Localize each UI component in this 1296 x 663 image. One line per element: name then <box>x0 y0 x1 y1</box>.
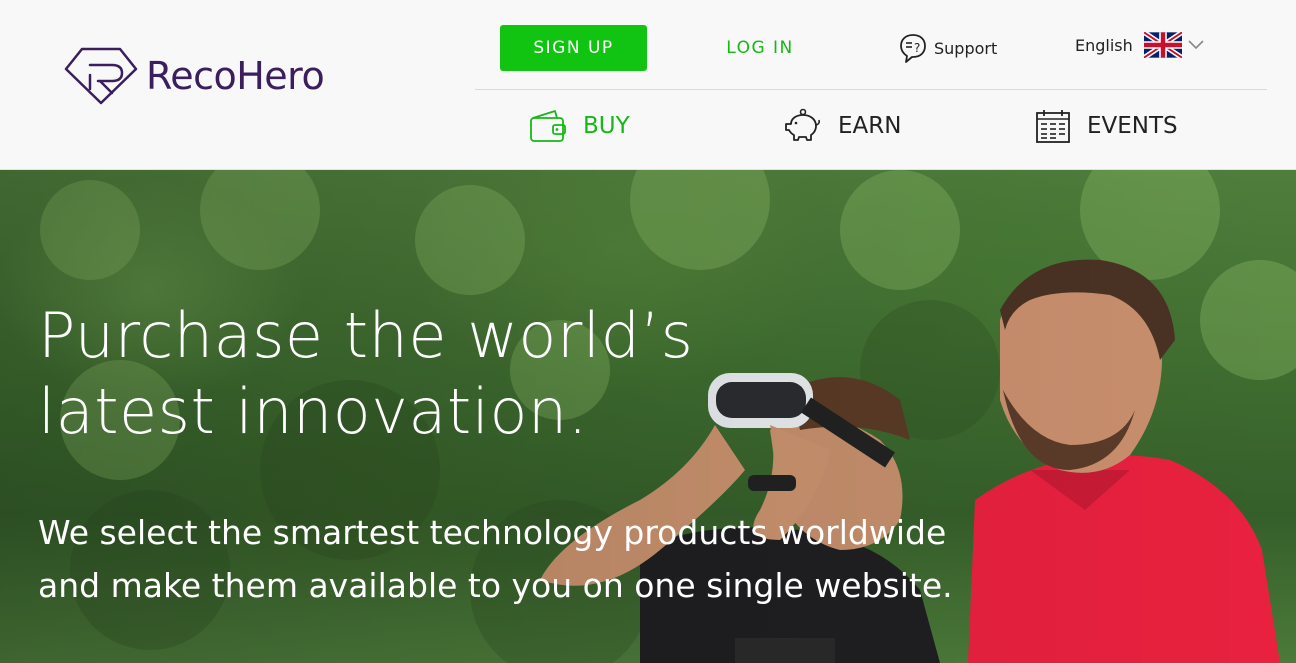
calendar-icon <box>1036 110 1070 143</box>
hero-banner: Purchase the world’s latest innovation. … <box>0 170 1296 663</box>
nav-item-events[interactable]: EVENTS <box>1035 108 1178 144</box>
header-divider <box>475 89 1267 90</box>
support-label: Support <box>934 38 998 58</box>
speech-bubble-question-icon: ? <box>900 34 926 63</box>
nav-label-earn: EARN <box>838 113 902 139</box>
nav-label-events: EVENTS <box>1087 113 1178 139</box>
hero-subtitle: We select the smartest technology produc… <box>38 513 953 605</box>
nav-item-earn[interactable]: EARN <box>784 108 901 144</box>
language-selector[interactable]: English <box>1075 32 1204 58</box>
svg-text:?: ? <box>914 41 920 55</box>
wallet-icon <box>530 110 566 142</box>
chevron-down-icon <box>1188 40 1204 50</box>
brand-name: RecoHero <box>146 54 325 98</box>
diamond-r-logo-icon <box>64 47 138 105</box>
login-link[interactable]: LOG IN <box>712 25 808 71</box>
hero-title: Purchase the world’s latest innovation. <box>38 299 694 448</box>
nav-label-buy: BUY <box>583 113 630 139</box>
language-label: English <box>1075 35 1133 55</box>
piggy-bank-icon <box>785 108 820 141</box>
uk-flag-icon <box>1143 32 1182 58</box>
site-header: RecoHero SIGN UP LOG IN ? Support Englis… <box>0 0 1296 170</box>
nav-item-buy[interactable]: BUY <box>529 108 630 144</box>
support-link[interactable]: ? Support <box>898 32 997 64</box>
signup-button[interactable]: SIGN UP <box>500 25 647 71</box>
brand-logo[interactable]: RecoHero <box>64 47 325 105</box>
